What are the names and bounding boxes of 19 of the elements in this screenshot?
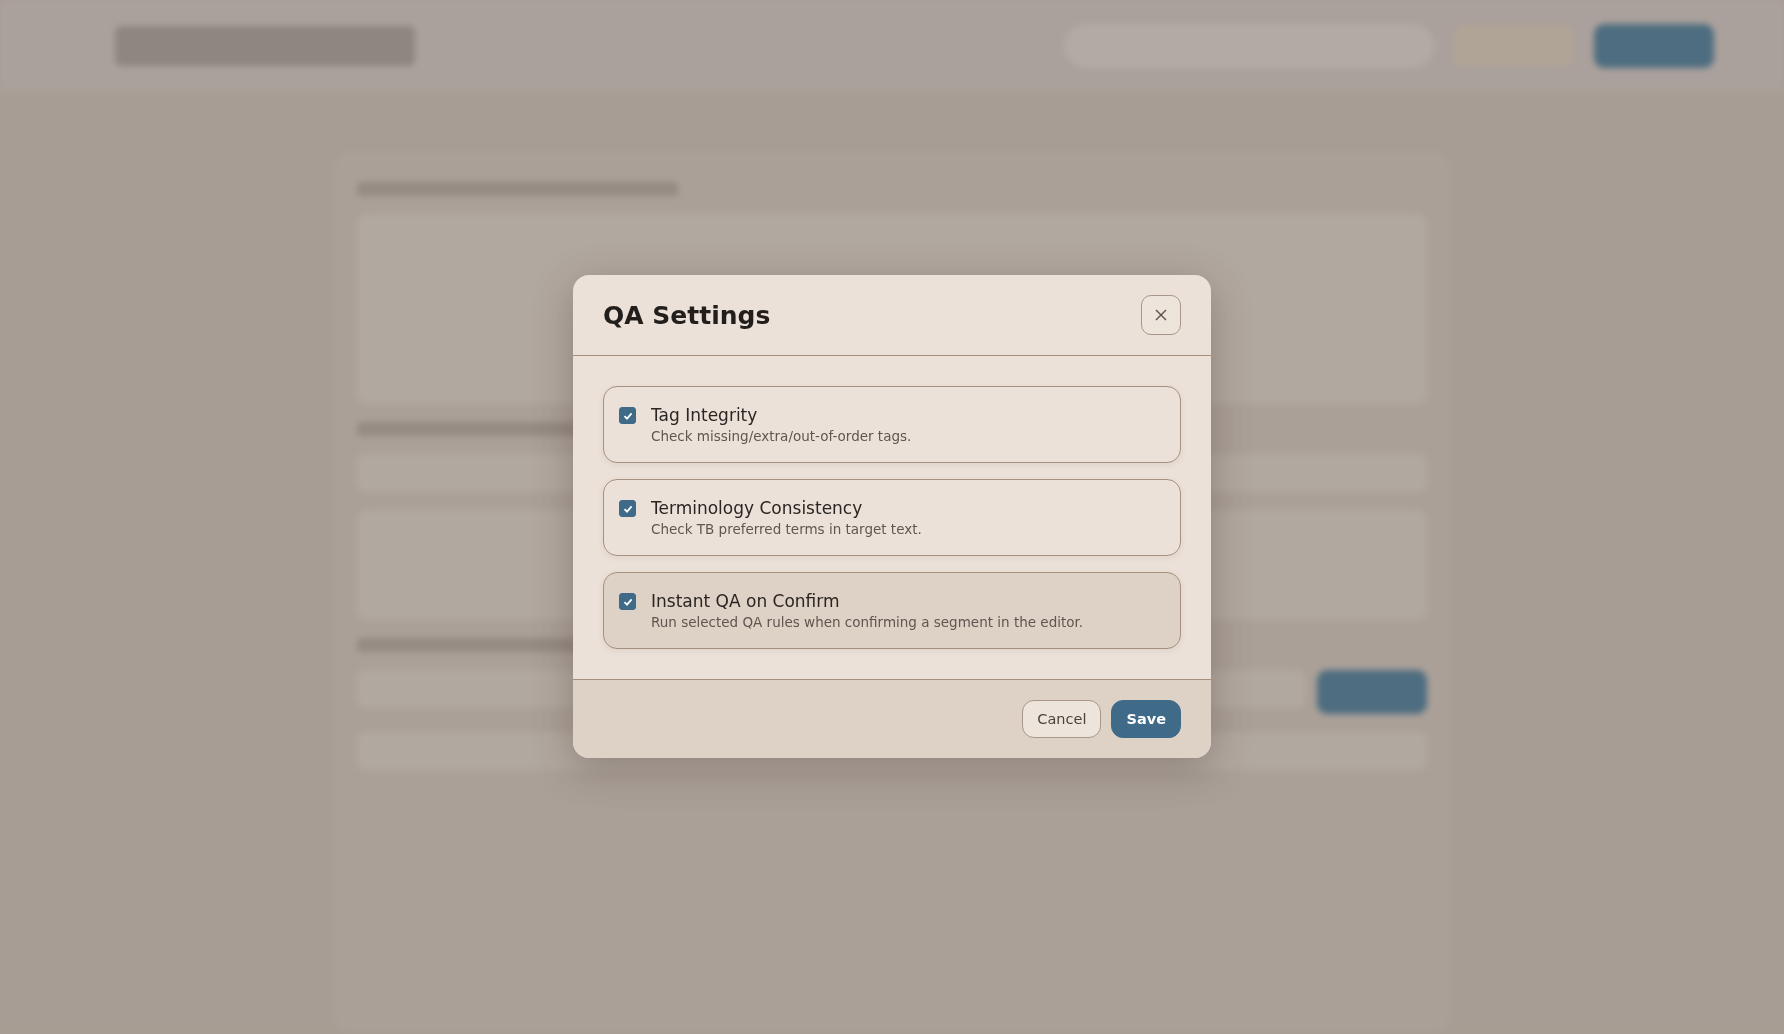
option-description: Run selected QA rules when confirming a segment in the editor. xyxy=(651,614,1084,630)
checkmark-icon xyxy=(622,410,633,421)
option-description: Check missing/extra/out-of-order tags. xyxy=(651,428,912,444)
option-label: Instant QA on Confirm xyxy=(651,591,841,611)
option-card[interactable]: Instant QA on Confirm Run selected QA rules when confirming a segment in the editor. xyxy=(603,572,1181,649)
option-label: Terminology Consistency xyxy=(651,498,864,518)
checkbox[interactable] xyxy=(619,500,636,517)
option-card[interactable]: Terminology Consistency Check TB preferred terms in target text. xyxy=(603,479,1181,556)
checkbox[interactable] xyxy=(619,407,636,424)
option-label: Tag Integrity xyxy=(651,405,759,425)
checkmark-icon xyxy=(622,503,633,514)
checkbox[interactable] xyxy=(619,593,636,610)
save-button[interactable]: Save xyxy=(1111,700,1181,738)
option-card[interactable]: Tag Integrity Check missing/extra/out-of-order tags. xyxy=(603,386,1181,463)
close-icon xyxy=(1154,308,1168,322)
checkmark-icon xyxy=(622,596,633,607)
option-description: Check TB preferred terms in target text. xyxy=(651,521,922,537)
cancel-button[interactable]: Cancel xyxy=(1022,700,1102,738)
dialog-title: QA Settings xyxy=(603,300,771,330)
